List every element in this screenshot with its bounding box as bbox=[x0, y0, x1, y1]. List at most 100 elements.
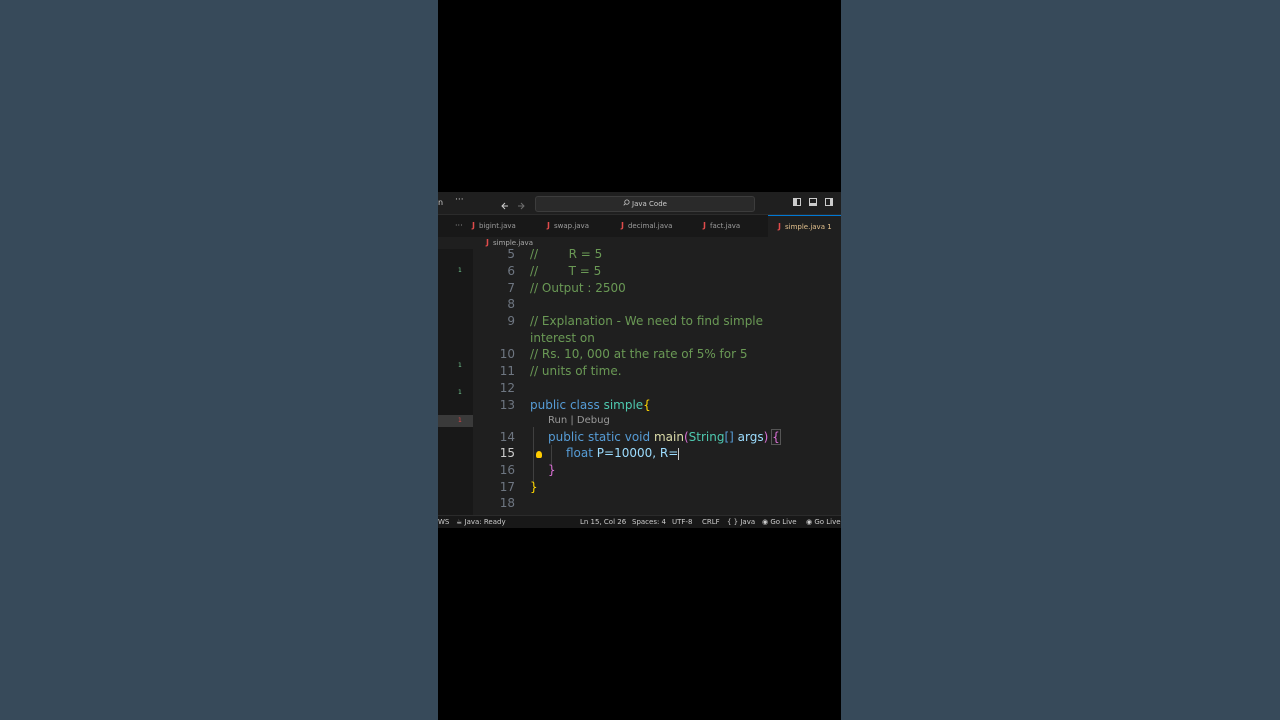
code-line-wrapped: interest on bbox=[530, 331, 595, 345]
line-number-current: 15 bbox=[499, 446, 515, 460]
brace: { bbox=[643, 398, 651, 412]
cursor-position[interactable]: Ln 15, Col 26 bbox=[580, 518, 626, 526]
language-mode[interactable]: { } Java bbox=[727, 518, 755, 526]
title-bar: n ··· Java Code bbox=[438, 192, 841, 215]
breadcrumb-file: simple.java bbox=[492, 239, 533, 247]
java-file-icon: J bbox=[547, 221, 550, 230]
lightbulb-icon[interactable] bbox=[536, 451, 542, 458]
keyword: float bbox=[566, 446, 593, 460]
line-ending[interactable]: CRLF bbox=[702, 518, 720, 526]
tab-label: simple.java 1 bbox=[784, 223, 832, 231]
java-status[interactable]: ☕ Java: Ready bbox=[456, 518, 506, 526]
toggle-secondary-sidebar-icon[interactable] bbox=[825, 198, 833, 206]
command-center-search[interactable]: Java Code bbox=[535, 196, 755, 212]
line-number: 17 bbox=[499, 480, 515, 494]
declaration-text: P=10000, R= bbox=[596, 446, 679, 460]
tab-fact[interactable]: Jfact.java bbox=[703, 215, 763, 237]
go-live-button[interactable]: ◉ Go Live bbox=[762, 518, 797, 526]
text-cursor bbox=[678, 447, 680, 460]
forward-arrow-icon[interactable] bbox=[516, 196, 526, 215]
breadcrumb[interactable]: Jsimple.java bbox=[486, 238, 533, 247]
code-line-main-decl: public static void main(String[] args) { bbox=[548, 429, 781, 445]
tab-label: swap.java bbox=[553, 222, 589, 230]
code-line: // units of time. bbox=[530, 364, 622, 378]
indentation[interactable]: Spaces: 4 bbox=[632, 518, 666, 526]
java-file-icon: J bbox=[472, 221, 475, 230]
type-name: String bbox=[688, 430, 725, 444]
status-bar: WS ☕ Java: Ready Ln 15, Col 26 Spaces: 4… bbox=[438, 515, 841, 528]
line-number: 5 bbox=[507, 247, 515, 261]
class-name: simple bbox=[603, 398, 644, 412]
method-name: main bbox=[653, 430, 684, 444]
editor-tab-bar: ··· Jbigint.java Jswap.java Jdecimal.jav… bbox=[438, 215, 841, 237]
line-number: 10 bbox=[499, 347, 515, 361]
tabs-more-icon[interactable]: ··· bbox=[455, 215, 463, 237]
broadcast-icon: ◉ bbox=[806, 518, 813, 526]
code-line: } bbox=[530, 480, 538, 494]
paren: ) bbox=[763, 430, 769, 444]
title-left-fragment: n bbox=[438, 198, 444, 207]
status-left-fragment[interactable]: WS bbox=[438, 518, 449, 526]
coffee-icon: ☕ bbox=[456, 518, 463, 526]
code-editor[interactable]: 5 6 7 8 9 10 11 12 13 14 15 16 17 18 // … bbox=[473, 247, 841, 515]
selected-row-highlight bbox=[438, 415, 473, 427]
line-number: 13 bbox=[499, 398, 515, 412]
go-live-label: Go Live bbox=[770, 518, 797, 526]
java-status-label: Java: Ready bbox=[464, 518, 506, 526]
go-live-button[interactable]: ◉ Go Live bbox=[806, 518, 841, 526]
code-line-current: float P=10000, R= bbox=[566, 446, 680, 460]
go-live-label: Go Live bbox=[814, 518, 841, 526]
indent-guide bbox=[551, 445, 552, 465]
problem-count: 1 bbox=[458, 417, 462, 424]
code-line: // Explanation - We need to find simple bbox=[530, 314, 764, 328]
tab-swap[interactable]: Jswap.java bbox=[547, 215, 617, 237]
tab-decimal[interactable]: Jdecimal.java bbox=[621, 215, 701, 237]
broadcast-icon: ◉ bbox=[762, 518, 769, 526]
left-gutter: 1 1 1 1 bbox=[438, 249, 473, 515]
line-number: 7 bbox=[507, 281, 515, 295]
code-line: } bbox=[548, 463, 556, 477]
line-number: 14 bbox=[499, 430, 515, 444]
encoding[interactable]: UTF-8 bbox=[672, 518, 692, 526]
more-actions-icon[interactable]: ··· bbox=[455, 195, 464, 205]
line-number: 6 bbox=[507, 264, 515, 278]
java-file-icon: J bbox=[486, 238, 489, 247]
tab-bigint[interactable]: Jbigint.java bbox=[472, 215, 540, 237]
back-arrow-icon[interactable] bbox=[500, 196, 510, 215]
tab-label: decimal.java bbox=[627, 222, 673, 230]
keyword: void bbox=[624, 430, 651, 444]
code-line: // R = 5 bbox=[530, 247, 603, 261]
keyword: public bbox=[530, 398, 567, 412]
run-debug-codelens[interactable]: Run | Debug bbox=[548, 415, 610, 426]
vscode-window: n ··· Java Code ··· Jbigint.java Jswap.j… bbox=[438, 192, 841, 528]
array-brackets: [] bbox=[724, 430, 734, 444]
keyword: public bbox=[548, 430, 585, 444]
search-label: Java Code bbox=[632, 200, 667, 208]
tab-simple[interactable]: Jsimple.java 1 bbox=[768, 215, 841, 237]
code-line: // Output : 2500 bbox=[530, 281, 626, 295]
line-number: 12 bbox=[499, 381, 515, 395]
java-file-icon: J bbox=[778, 222, 781, 231]
keyword: static bbox=[587, 430, 621, 444]
search-icon bbox=[623, 197, 630, 211]
phone-frame: n ··· Java Code ··· Jbigint.java Jswap.j… bbox=[438, 0, 841, 720]
line-number: 9 bbox=[507, 314, 515, 328]
code-line: // T = 5 bbox=[530, 264, 602, 278]
toggle-panel-icon[interactable] bbox=[809, 198, 817, 206]
line-number: 11 bbox=[499, 364, 515, 378]
problem-count: 1 bbox=[458, 362, 462, 369]
line-number: 8 bbox=[507, 297, 515, 311]
brace: { bbox=[771, 429, 781, 445]
param-name: args bbox=[737, 430, 764, 444]
code-line-class-decl: public class simple{ bbox=[530, 398, 651, 412]
tab-label: bigint.java bbox=[478, 222, 516, 230]
code-line: // Rs. 10, 000 at the rate of 5% for 5 bbox=[530, 347, 748, 361]
java-file-icon: J bbox=[621, 221, 624, 230]
toggle-primary-sidebar-icon[interactable] bbox=[793, 198, 801, 206]
line-number: 16 bbox=[499, 463, 515, 477]
problem-count: 1 bbox=[458, 267, 462, 274]
java-file-icon: J bbox=[703, 221, 706, 230]
tab-label: fact.java bbox=[709, 222, 741, 230]
indent-guide bbox=[533, 427, 534, 482]
line-number: 18 bbox=[499, 496, 515, 510]
